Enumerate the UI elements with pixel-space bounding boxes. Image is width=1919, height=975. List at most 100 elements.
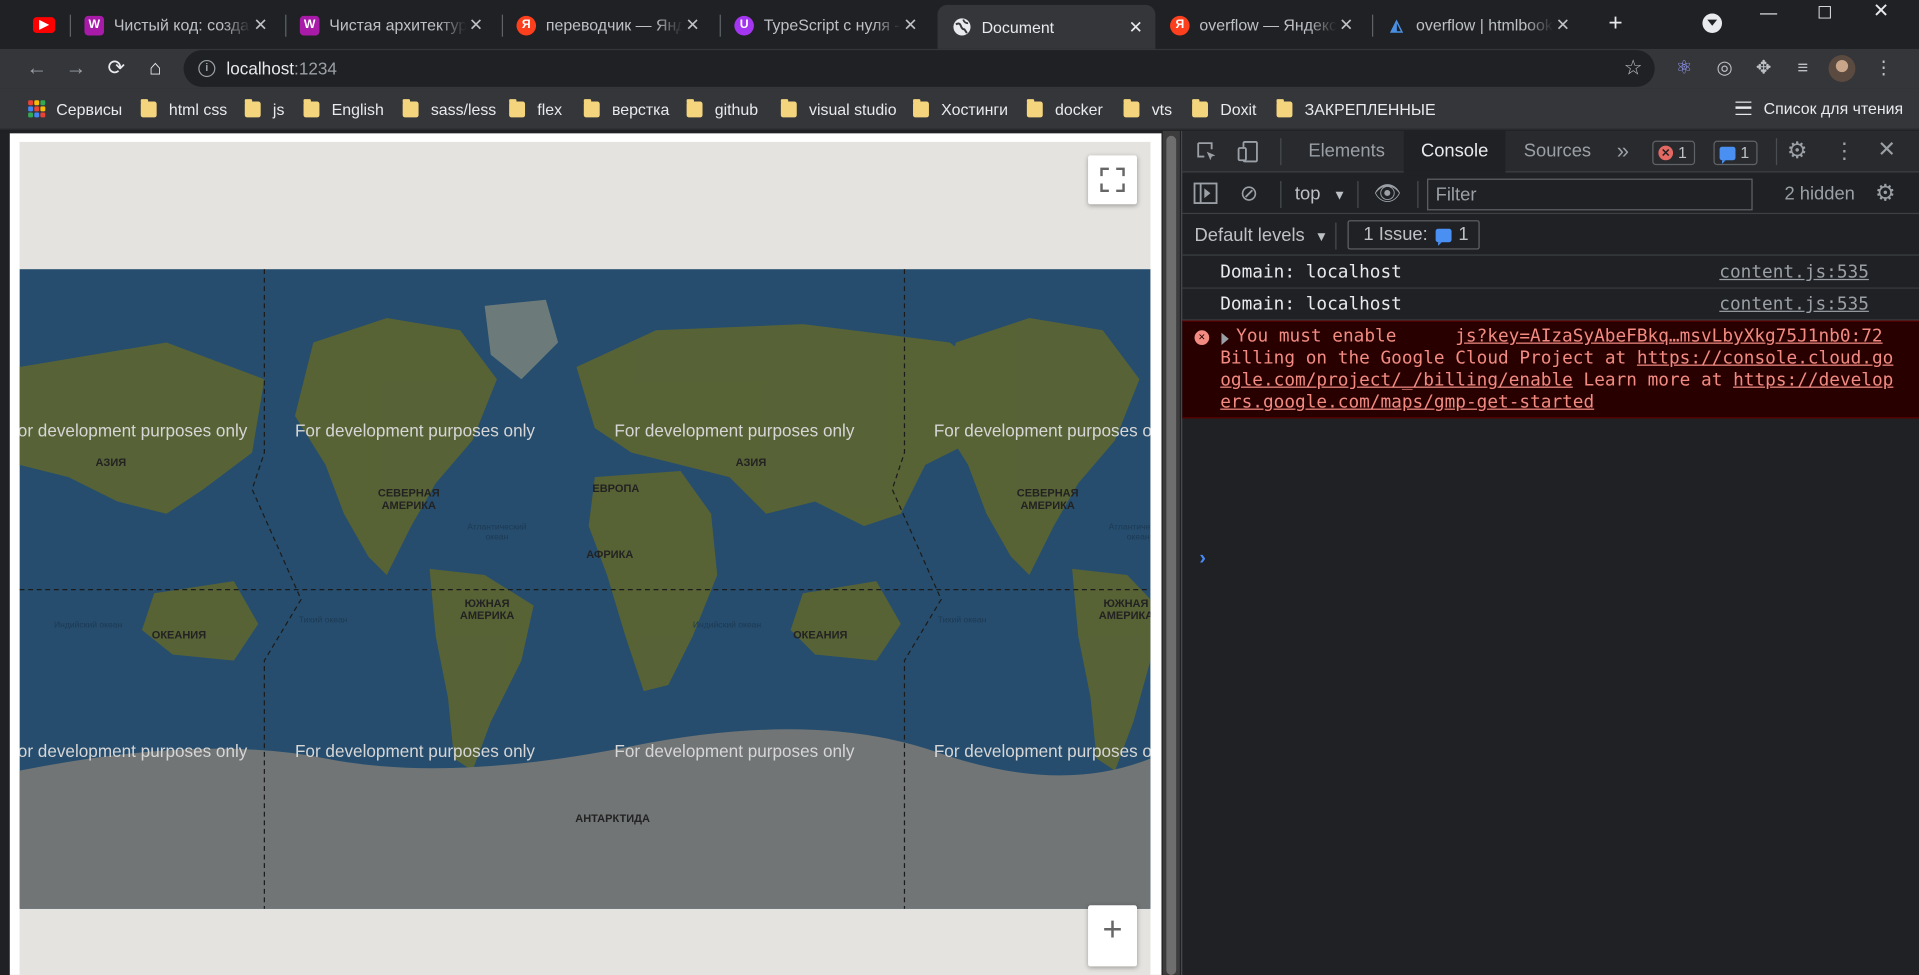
url-host: localhost (226, 58, 295, 79)
bookmark-folder[interactable]: ЗАКРЕПЛЕННЫЕ (1276, 98, 1436, 119)
media-controls-icon[interactable]: ≡ (1789, 55, 1816, 82)
bookmark-star-icon[interactable]: ☆ (1624, 56, 1643, 80)
map-label-atlantic: Атлантический океан (1108, 523, 1151, 542)
error-source-link[interactable]: js?key=AIzaSyAbeFBkq…msvLbyXkg75J1nb0:72 (1455, 327, 1882, 347)
bookmark-folder[interactable]: html css (140, 98, 227, 119)
bookmark-label: js (272, 99, 285, 119)
bookmark-folder[interactable]: Doxit (1192, 98, 1256, 119)
close-tab-icon[interactable]: ✕ (901, 15, 921, 36)
bookmark-folder[interactable]: English (303, 98, 384, 119)
bookmark-folder[interactable]: верстка (583, 98, 669, 119)
tab-youtube[interactable]: ▶ (20, 6, 69, 44)
bookmark-folder[interactable]: docker (1026, 98, 1103, 119)
close-tab-icon[interactable]: ✕ (251, 15, 271, 36)
url-text[interactable]: localhost:1234 (226, 59, 337, 79)
close-window-button[interactable]: ✕ (1853, 0, 1909, 27)
extension-target-icon[interactable]: ◎ (1711, 55, 1738, 82)
tab-document[interactable]: Document ✕ (937, 4, 1156, 49)
maximize-button[interactable]: ☐ (1797, 0, 1853, 27)
close-tab-icon[interactable]: ✕ (466, 15, 486, 36)
console-filter-input[interactable] (1427, 178, 1753, 211)
message-count-badge[interactable]: 1 (1713, 140, 1758, 166)
tab-console[interactable]: Console (1403, 130, 1506, 173)
tab-elements[interactable]: Elements (1291, 131, 1402, 173)
map-label-africa: АФРИКА (586, 548, 634, 561)
google-map[interactable]: For development purposes only For develo… (19, 141, 1151, 975)
reload-button[interactable]: ⟳ (102, 54, 131, 83)
address-bar[interactable]: i localhost:1234 ☆ (183, 50, 1655, 87)
tab-clean-architecture[interactable]: W Чистая архитектура. ✕ (285, 6, 496, 44)
folder-icon (140, 98, 157, 117)
message-icon (1719, 146, 1736, 164)
issues-button[interactable]: 1 Issue: 1 (1347, 220, 1480, 250)
context-selector[interactable]: top ▼ (1295, 183, 1346, 204)
scrollbar-thumb[interactable] (1166, 135, 1177, 975)
bookmark-folder[interactable]: js (244, 98, 285, 119)
fullscreen-button[interactable] (1088, 155, 1138, 205)
show-sidebar-icon[interactable] (1193, 182, 1218, 210)
console-log-row: Domain: localhost content.js:535 (1182, 289, 1919, 321)
extensions-puzzle-icon[interactable]: ✥ (1750, 55, 1777, 82)
bookmark-folder[interactable]: flex (509, 98, 562, 119)
bookmark-apps[interactable]: Сервисы (28, 99, 122, 119)
billing-link[interactable]: https://console.cloud.go (1637, 349, 1893, 369)
back-button[interactable]: ← (22, 54, 51, 83)
console-log-row: Domain: localhost content.js:535 (1182, 257, 1919, 289)
react-devtools-icon[interactable]: ⚛ (1671, 55, 1698, 82)
get-started-link[interactable]: https://develop (1733, 371, 1893, 391)
log-levels-dropdown[interactable]: Default levels ▼ (1195, 225, 1329, 246)
billing-link[interactable]: ogle.com/project/_/billing/enable (1220, 371, 1573, 391)
home-button[interactable]: ⌂ (141, 54, 170, 83)
reading-list-button[interactable]: Список для чтения (1735, 99, 1903, 117)
forward-button[interactable]: → (61, 54, 90, 83)
close-tab-icon[interactable]: ✕ (1553, 15, 1573, 36)
minimize-button[interactable]: — (1740, 0, 1796, 27)
menu-kebab-icon[interactable]: ⋮ (1870, 55, 1897, 82)
console-prompt-icon[interactable]: › (1199, 548, 1206, 570)
close-devtools-icon[interactable]: ✕ (1877, 137, 1895, 163)
clear-console-icon[interactable]: ⊘ (1240, 181, 1258, 207)
site-info-icon[interactable]: i (198, 59, 216, 78)
dev-watermark: For development purposes only (933, 741, 1151, 761)
bookmarks-bar: Сервисы html css js English sass/less fl… (0, 88, 1919, 130)
bookmark-folder[interactable]: Хостинги (913, 98, 1008, 119)
device-toolbar-icon[interactable] (1236, 139, 1260, 163)
bookmark-folder[interactable]: github (686, 98, 758, 119)
avatar[interactable] (1828, 55, 1856, 82)
log-source-link[interactable]: content.js:535 (1719, 295, 1869, 315)
console-settings-gear-icon[interactable]: ⚙ (1875, 180, 1896, 208)
page-scrollbar[interactable] (1162, 130, 1180, 975)
bookmark-label: English (331, 99, 384, 119)
bookmark-label: vts (1151, 99, 1173, 119)
tab-overflow-yandex[interactable]: Я overflow — Яндекс: ✕ (1155, 6, 1366, 44)
folder-icon (780, 98, 797, 117)
tab-sources[interactable]: Sources (1507, 131, 1609, 173)
tab-title: переводчик — Яндек (545, 15, 683, 35)
tab-search-icon[interactable] (1702, 13, 1723, 34)
devtools-menu-kebab-icon[interactable]: ⋮ (1833, 138, 1855, 164)
console-output: Domain: localhost content.js:535 Domain:… (1182, 257, 1919, 569)
get-started-link[interactable]: ers.google.com/maps/gmp-get-started (1220, 393, 1594, 413)
tab-translator[interactable]: Я переводчик — Яндек ✕ (502, 6, 713, 44)
close-tab-icon[interactable]: ✕ (1126, 17, 1146, 38)
new-tab-button[interactable]: + (1602, 10, 1629, 37)
error-count-badge[interactable]: ✕ 1 (1652, 140, 1696, 166)
bookmark-folder[interactable]: visual studio (780, 98, 897, 119)
dev-watermark: For development purposes only (933, 420, 1151, 441)
zoom-in-button[interactable]: + (1088, 905, 1138, 967)
close-tab-icon[interactable]: ✕ (683, 15, 703, 36)
more-tabs-chevron-icon[interactable]: » (1617, 138, 1629, 164)
live-expression-eye-icon[interactable]: 👁 (1373, 181, 1401, 207)
log-source-link[interactable]: content.js:535 (1719, 263, 1869, 283)
bookmark-folder[interactable]: sass/less (402, 98, 496, 119)
map-label-oceania: ОКЕАНИЯ (793, 628, 848, 642)
tab-clean-code[interactable]: W Чистый код: создани ✕ (70, 6, 281, 44)
bookmark-folder[interactable]: vts (1123, 98, 1173, 119)
expand-triangle-icon[interactable] (1221, 332, 1229, 345)
tab-typescript[interactable]: U TypeScript с нуля - с ✕ (720, 6, 931, 44)
tab-htmlbook[interactable]: ◭ overflow | htmlbook. ✕ (1372, 6, 1583, 44)
close-tab-icon[interactable]: ✕ (1336, 15, 1356, 36)
inspect-element-icon[interactable] (1195, 139, 1219, 163)
log-message: Domain: localhost (1220, 294, 1402, 315)
settings-gear-icon[interactable]: ⚙ (1787, 137, 1808, 165)
